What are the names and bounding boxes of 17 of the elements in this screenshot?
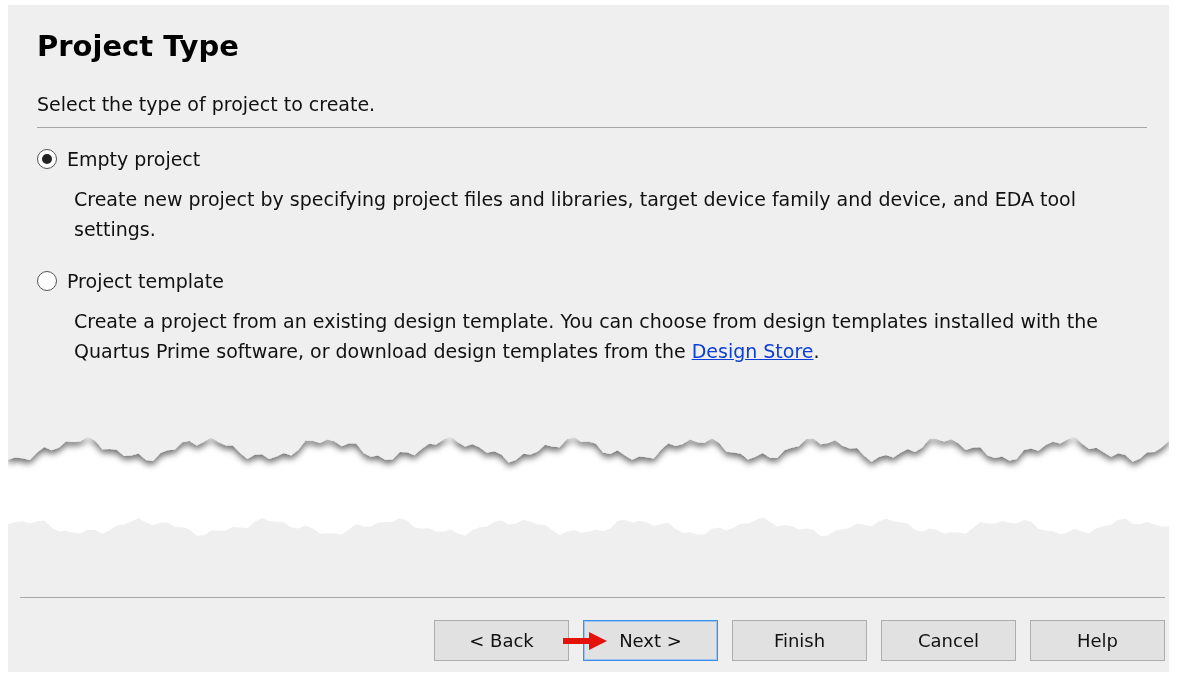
dialog-button[interactable]: Help (1030, 620, 1165, 661)
dialog-button[interactable]: Finish (732, 620, 867, 661)
dialog-button[interactable]: Next > (583, 620, 718, 661)
radio-option[interactable]: Project template (37, 270, 224, 292)
radio-option[interactable]: Empty project (37, 148, 201, 170)
arrow-icon (563, 631, 607, 651)
radio-button[interactable] (37, 149, 57, 169)
page-subtitle: Select the type of project to create. (37, 93, 376, 115)
option-description: Create a project from an existing design template. You can choose from design templates installed with the Quartus Prime software, or download design templates from the Design Store. (74, 309, 1099, 364)
option-description: Create new project by specifying project files and libraries, target device family and device, and EDA tool settings. (74, 187, 1077, 242)
design-store-link[interactable]: Design Store (691, 340, 814, 362)
radio-button[interactable] (37, 271, 57, 291)
dialog-button[interactable]: Cancel (881, 620, 1016, 661)
option-label: Project template (67, 270, 224, 292)
page-title: Project Type (37, 29, 239, 63)
dialog-button[interactable]: < Back (434, 620, 569, 661)
option-label: Empty project (67, 148, 201, 170)
